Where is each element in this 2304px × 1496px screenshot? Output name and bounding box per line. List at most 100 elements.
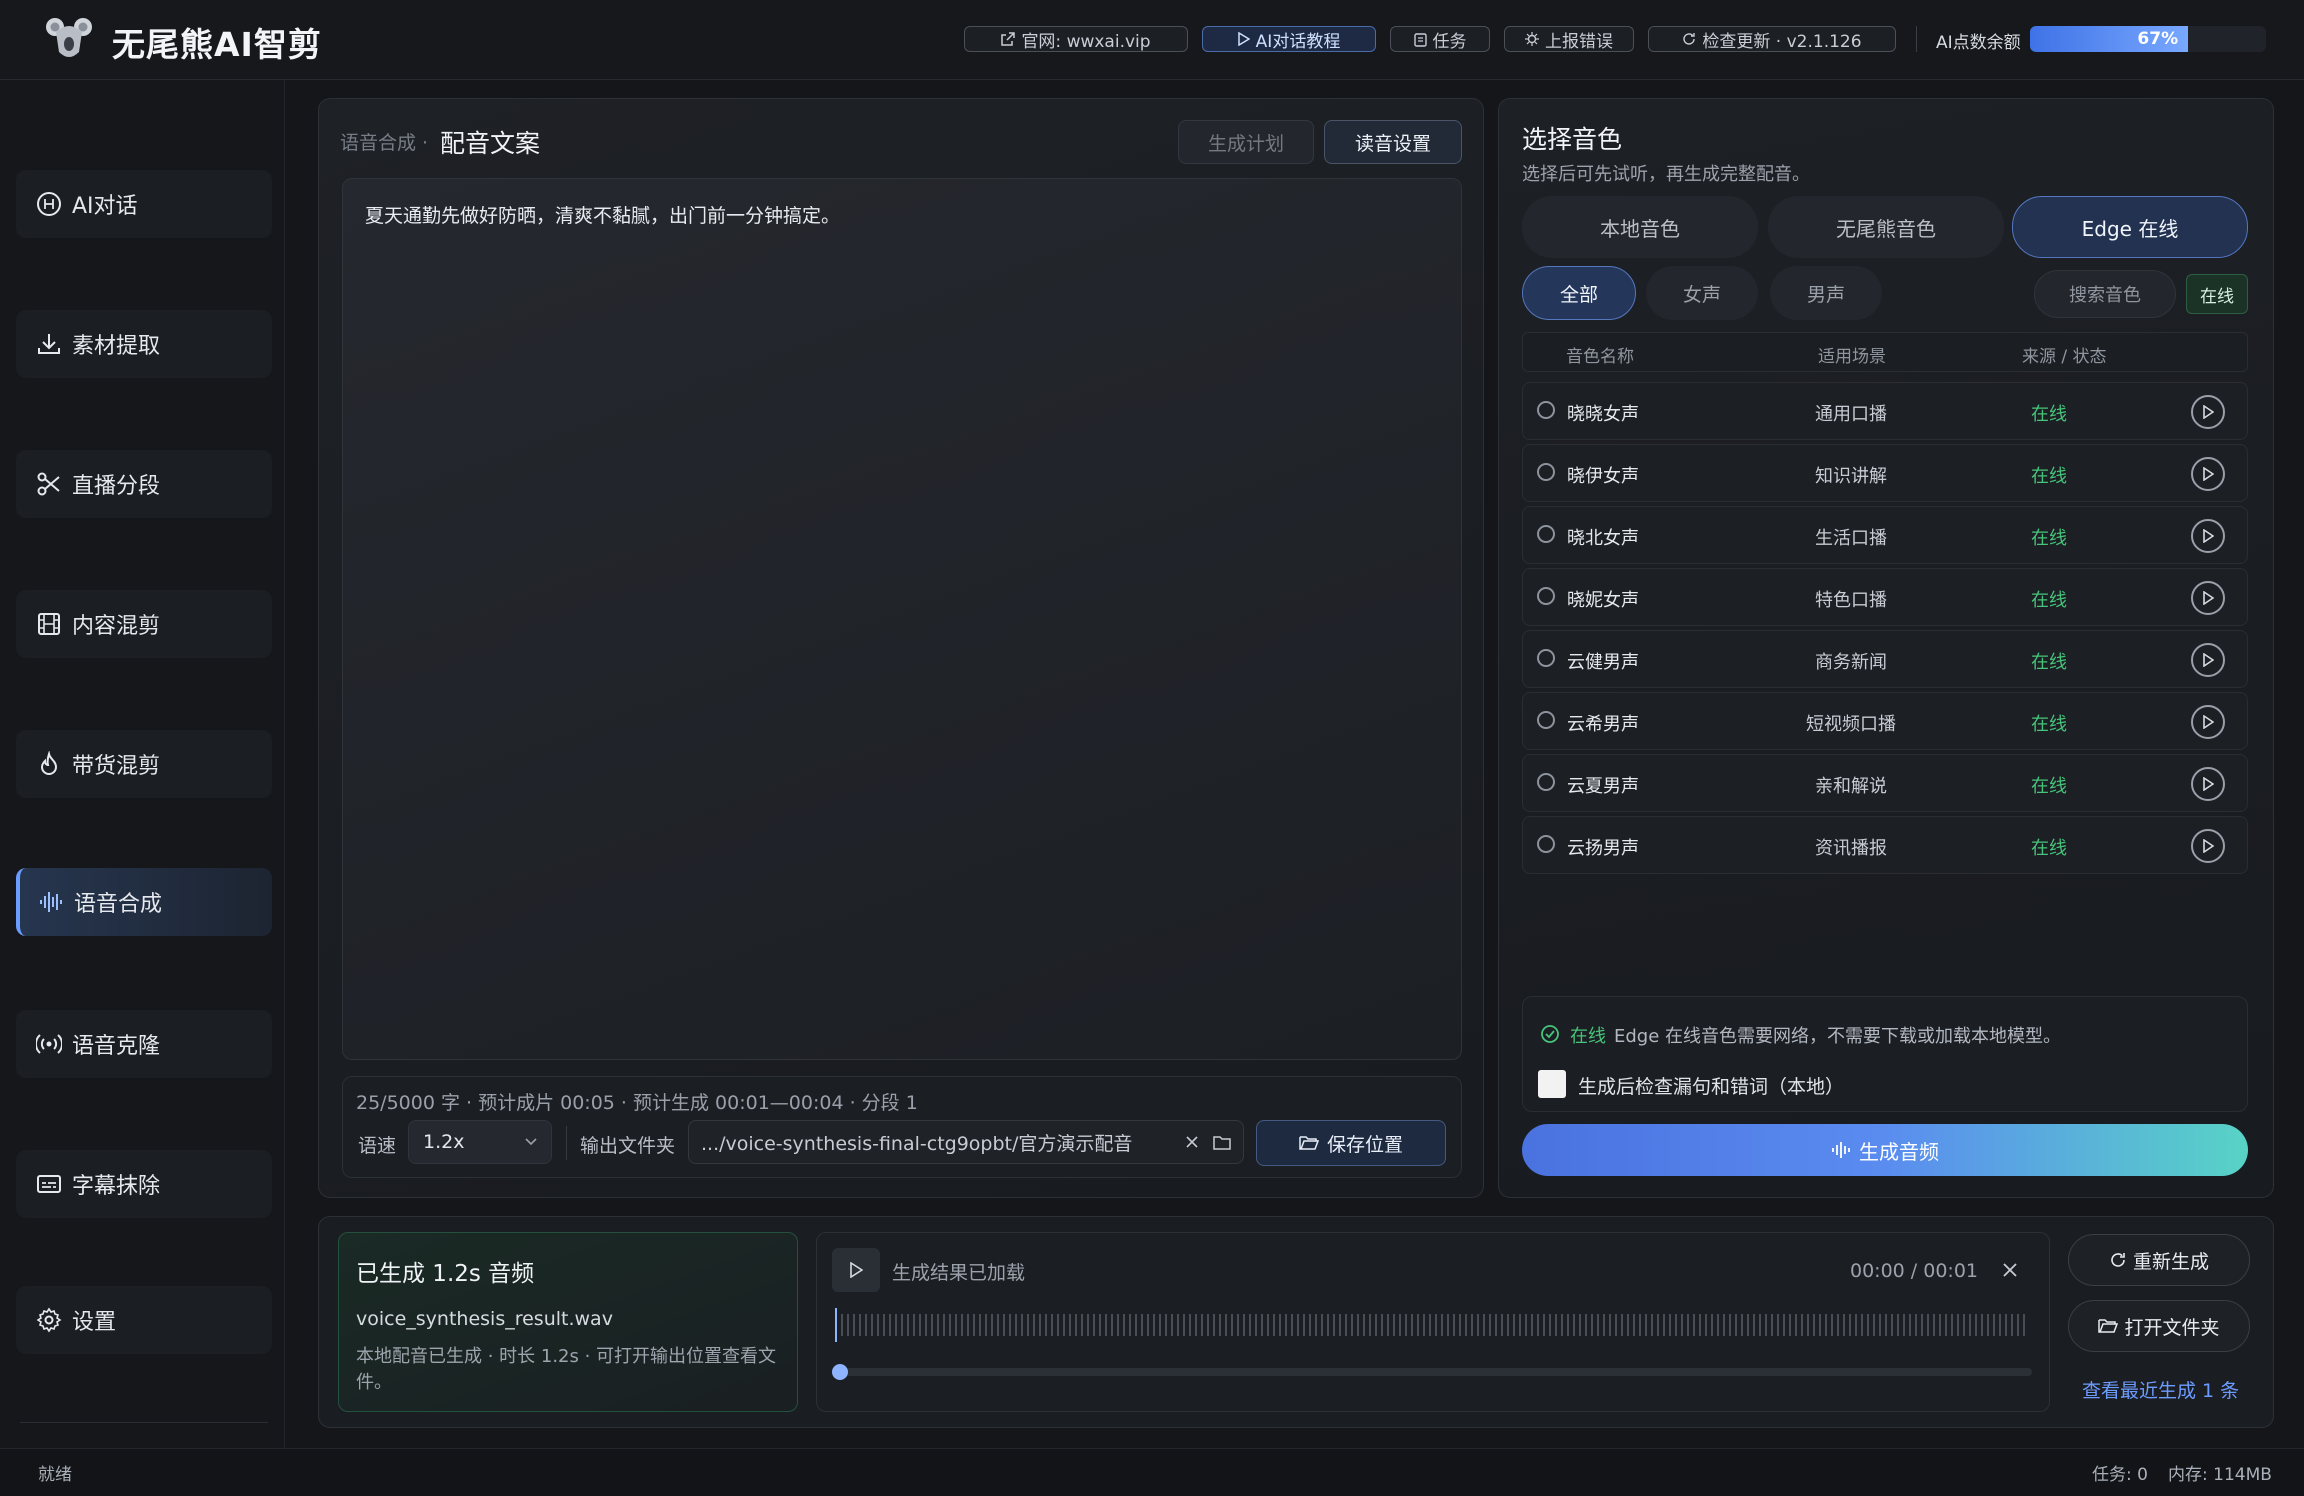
official-site-button[interactable]: 官网: wwxai.vip [964, 26, 1188, 52]
sidebar-item-voice-clone[interactable]: 语音克隆 [16, 1010, 272, 1078]
voice-radio[interactable] [1537, 649, 1555, 667]
online-filter-tag[interactable]: 在线 [2186, 274, 2248, 314]
voice-name: 云扬男声 [1567, 838, 1639, 859]
quota-percent-text: 67% [2137, 29, 2179, 49]
voice-radio[interactable] [1537, 587, 1555, 605]
play-icon [2203, 405, 2214, 419]
voice-row[interactable]: 晓伊女声 知识讲解 在线 [1522, 444, 2248, 502]
editor-title: 配音文案 [440, 129, 541, 158]
tab-local-voices[interactable]: 本地音色 [1522, 196, 1758, 258]
ai-chat-icon [37, 192, 61, 216]
script-textarea[interactable]: 夏天通勤先做好防晒，清爽不黏腻，出门前一分钟搞定。 [342, 178, 1462, 1060]
footer-tasks: 任务: 0 [2092, 1465, 2148, 1485]
preview-play-button[interactable] [2191, 519, 2225, 553]
column-voice-name: 音色名称 [1566, 347, 1634, 367]
column-source-status: 来源 / 状态 [2022, 347, 2107, 367]
voice-row[interactable]: 晓妮女声 特色口播 在线 [1522, 568, 2248, 626]
player-play-button[interactable] [832, 1248, 880, 1292]
sidebar-item-material-extract[interactable]: 素材提取 [16, 310, 272, 378]
voice-name: 云希男声 [1567, 714, 1639, 735]
open-folder-button[interactable]: 打开文件夹 [2068, 1300, 2250, 1352]
preview-play-button[interactable] [2191, 829, 2225, 863]
sidebar-item-product-mix[interactable]: 带货混剪 [16, 730, 272, 798]
voice-status: 在线 [2031, 528, 2067, 549]
voice-row[interactable]: 云希男声 短视频口播 在线 [1522, 692, 2248, 750]
voice-search-input[interactable]: 搜索音色 [2034, 270, 2176, 318]
voice-radio[interactable] [1537, 835, 1555, 853]
filter-female[interactable]: 女声 [1646, 266, 1758, 320]
voice-radio[interactable] [1537, 773, 1555, 791]
voice-scene: 特色口播 [1815, 590, 1887, 611]
voice-status: 在线 [2031, 838, 2067, 859]
voice-scene: 生活口播 [1815, 528, 1887, 549]
preview-play-button[interactable] [2191, 581, 2225, 615]
tab-edge-online[interactable]: Edge 在线 [2012, 196, 2248, 258]
preview-play-button[interactable] [2191, 395, 2225, 429]
voice-row[interactable]: 云夏男声 亲和解说 在线 [1522, 754, 2248, 812]
generate-audio-button[interactable]: 生成音频 [1522, 1124, 2248, 1176]
voice-radio[interactable] [1537, 463, 1555, 481]
voice-status: 在线 [2031, 776, 2067, 797]
sidebar-item-live-split[interactable]: 直播分段 [16, 450, 272, 518]
status-bar [0, 1448, 2304, 1496]
voice-row[interactable]: 云扬男声 资讯播报 在线 [1522, 816, 2248, 874]
voice-panel-title: 选择音色 [1522, 125, 1623, 154]
refresh-icon [1683, 33, 1696, 45]
speed-select[interactable]: 1.2x [408, 1120, 552, 1164]
report-error-button[interactable]: 上报错误 [1504, 26, 1634, 52]
player-progress-thumb[interactable] [832, 1364, 848, 1380]
close-icon[interactable] [2000, 1260, 2020, 1280]
recent-generations-link[interactable]: 查看最近生成 1 条 [2082, 1376, 2239, 1403]
player-progress-track[interactable] [836, 1368, 2032, 1376]
scissors-icon [37, 472, 60, 496]
voice-scene: 知识讲解 [1815, 466, 1887, 487]
voice-row[interactable]: 晓北女声 生活口播 在线 [1522, 506, 2248, 564]
sidebar-divider [20, 1422, 268, 1423]
clear-icon[interactable] [1185, 1135, 1199, 1149]
folder-icon[interactable] [1213, 1135, 1231, 1150]
filter-male[interactable]: 男声 [1770, 266, 1882, 320]
check-update-button[interactable]: 检查更新 · v2.1.126 [1648, 26, 1896, 52]
sidebar-item-label: 字幕抹除 [72, 1174, 161, 1199]
info-online-label: 在线 [1570, 1026, 1606, 1047]
voice-radio[interactable] [1537, 711, 1555, 729]
sidebar-item-ai-chat[interactable]: AI对话 [16, 170, 272, 238]
save-location-button[interactable]: 保存位置 [1256, 1120, 1446, 1166]
ai-tutorial-button[interactable]: AI对话教程 [1202, 26, 1376, 52]
check-errors-checkbox[interactable] [1538, 1070, 1566, 1098]
voice-scene: 短视频口播 [1806, 714, 1896, 735]
sidebar-item-subtitle-erase[interactable]: 字幕抹除 [16, 1150, 272, 1218]
check-circle-icon [1541, 1025, 1559, 1043]
voice-radio[interactable] [1537, 525, 1555, 543]
voice-row[interactable]: 晓晓女声 通用口播 在线 [1522, 382, 2248, 440]
chevron-down-icon [525, 1138, 537, 1146]
read-settings-button[interactable]: 读音设置 [1324, 120, 1462, 164]
output-folder-label: 输出文件夹 [580, 1135, 676, 1157]
flame-icon [40, 751, 58, 775]
preview-play-button[interactable] [2191, 643, 2225, 677]
tasks-button[interactable]: 任务 [1390, 26, 1490, 52]
check-errors-label: 生成后检查漏句和错词（本地） [1578, 1076, 1845, 1098]
filter-all[interactable]: 全部 [1522, 266, 1636, 320]
sidebar-item-label: AI对话 [72, 194, 138, 219]
generate-plan-button[interactable]: 生成计划 [1178, 120, 1314, 164]
play-icon [1237, 32, 1250, 46]
text-stats: 25/5000 字 · 预计成片 00:05 · 预计生成 00:01—00:0… [356, 1092, 918, 1114]
voice-radio[interactable] [1537, 401, 1555, 419]
column-scene: 适用场景 [1818, 347, 1886, 367]
sidebar-item-content-mix[interactable]: 内容混剪 [16, 590, 272, 658]
voice-status: 在线 [2031, 714, 2067, 735]
preview-play-button[interactable] [2191, 767, 2225, 801]
report-error-label: 上报错误 [1545, 31, 1613, 52]
tab-koala-voices[interactable]: 无尾熊音色 [1768, 196, 2004, 258]
voice-row[interactable]: 云健男声 商务新闻 在线 [1522, 630, 2248, 688]
preview-play-button[interactable] [2191, 457, 2225, 491]
regenerate-button[interactable]: 重新生成 [2068, 1234, 2250, 1286]
breadcrumb: 语音合成 · [340, 132, 429, 154]
preview-play-button[interactable] [2191, 705, 2225, 739]
check-update-label: 检查更新 · v2.1.126 [1702, 31, 1862, 52]
play-icon [2203, 715, 2214, 729]
sidebar-item-settings[interactable]: 设置 [16, 1286, 272, 1354]
sidebar-item-voice-synthesis[interactable]: 语音合成 [16, 868, 272, 936]
output-folder-field[interactable]: .../voice-synthesis-final-ctg9opbt/官方演示配… [688, 1120, 1244, 1164]
